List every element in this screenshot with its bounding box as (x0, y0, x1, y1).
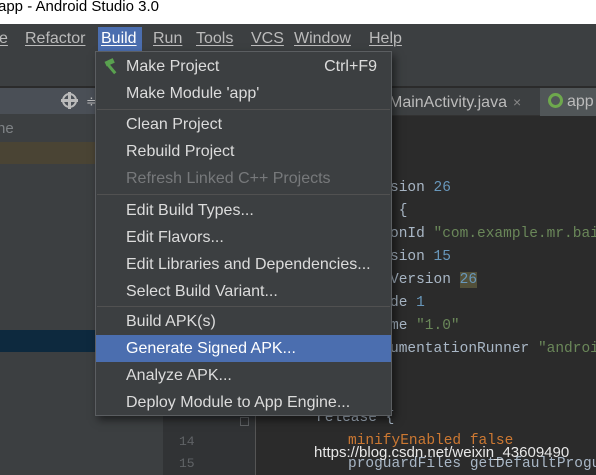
menu-item-edit-libraries[interactable]: Edit Libraries and Dependencies... (96, 251, 391, 278)
menu-item-analyze-apk[interactable]: Analyze APK... (96, 362, 391, 389)
line-number: 14 (179, 434, 195, 449)
code-line: onId "com.example.mr.baidu (390, 226, 596, 242)
code-line: umentationRunner "android. (390, 341, 596, 357)
tab-main-activity-label: MainActivity.java (389, 94, 507, 111)
menu-item-refresh-cpp: Refresh Linked C++ Projects (126, 170, 331, 187)
tab-app-gradle-label: app (567, 93, 594, 110)
menu-item-edit-flavors[interactable]: Edit Flavors... (96, 224, 391, 251)
title-bar: app - Android Studio 3.0 (0, 0, 596, 24)
fold-icon[interactable] (240, 417, 249, 426)
code-line: Version 26 (390, 272, 478, 288)
gradle-icon (548, 93, 563, 108)
menu-item-edit-build-types[interactable]: Edit Build Types... (96, 197, 391, 224)
menu-item-deploy-app-engine[interactable]: Deploy Module to App Engine... (96, 389, 391, 416)
menu-item-generate-signed-apk[interactable]: Generate Signed APK... (96, 335, 391, 362)
menu-separator (97, 109, 390, 110)
menu-vcs[interactable]: VCS (248, 27, 287, 51)
build-dropdown-menu: Make Project Ctrl+F9 Make Module 'app' C… (95, 51, 392, 416)
menu-item-rebuild-project[interactable]: Rebuild Project (96, 138, 391, 165)
code-line: sion 15 (390, 249, 451, 265)
window-title: app - Android Studio 3.0 (0, 0, 159, 15)
code-line: me "1.0" (390, 318, 460, 334)
menu-tools[interactable]: Tools (193, 27, 236, 51)
shortcut-label: Ctrl+F9 (324, 58, 377, 75)
project-tree-label: ne (0, 120, 14, 137)
watermark-text: https://blog.csdn.net/weixin_43609490 (314, 444, 570, 461)
tab-main-activity[interactable]: MainActivity.java × (389, 88, 521, 116)
menu-item-clean-project[interactable]: Clean Project (96, 111, 391, 138)
settings-gear-icon[interactable] (61, 92, 78, 109)
menu-item-make-project[interactable]: Make Project Ctrl+F9 (96, 53, 391, 80)
menu-build[interactable]: Build (98, 27, 142, 51)
menu-item-make-module[interactable]: Make Module 'app' (96, 80, 391, 107)
menu-navigate[interactable]: e (0, 27, 11, 51)
code-line: de 1 (390, 295, 425, 311)
menu-item-build-apk[interactable]: Build APK(s) (96, 308, 391, 335)
hammer-icon (104, 58, 117, 75)
menu-separator (97, 194, 390, 195)
menu-refactor[interactable]: Refactor (22, 27, 88, 51)
menu-help[interactable]: Help (366, 27, 405, 51)
menu-window[interactable]: Window (291, 27, 354, 51)
menu-item-select-build-variant[interactable]: Select Build Variant... (96, 278, 391, 305)
tab-app-gradle[interactable]: app (540, 88, 596, 116)
code-line: sion 26 (390, 180, 451, 196)
line-number: 15 (179, 456, 195, 471)
code-line: { (390, 203, 408, 219)
menu-run[interactable]: Run (150, 27, 185, 51)
menu-bar: e Refactor Build Run Tools VCS Window He… (0, 24, 596, 53)
menu-separator (97, 306, 390, 307)
close-icon[interactable]: × (513, 94, 521, 110)
